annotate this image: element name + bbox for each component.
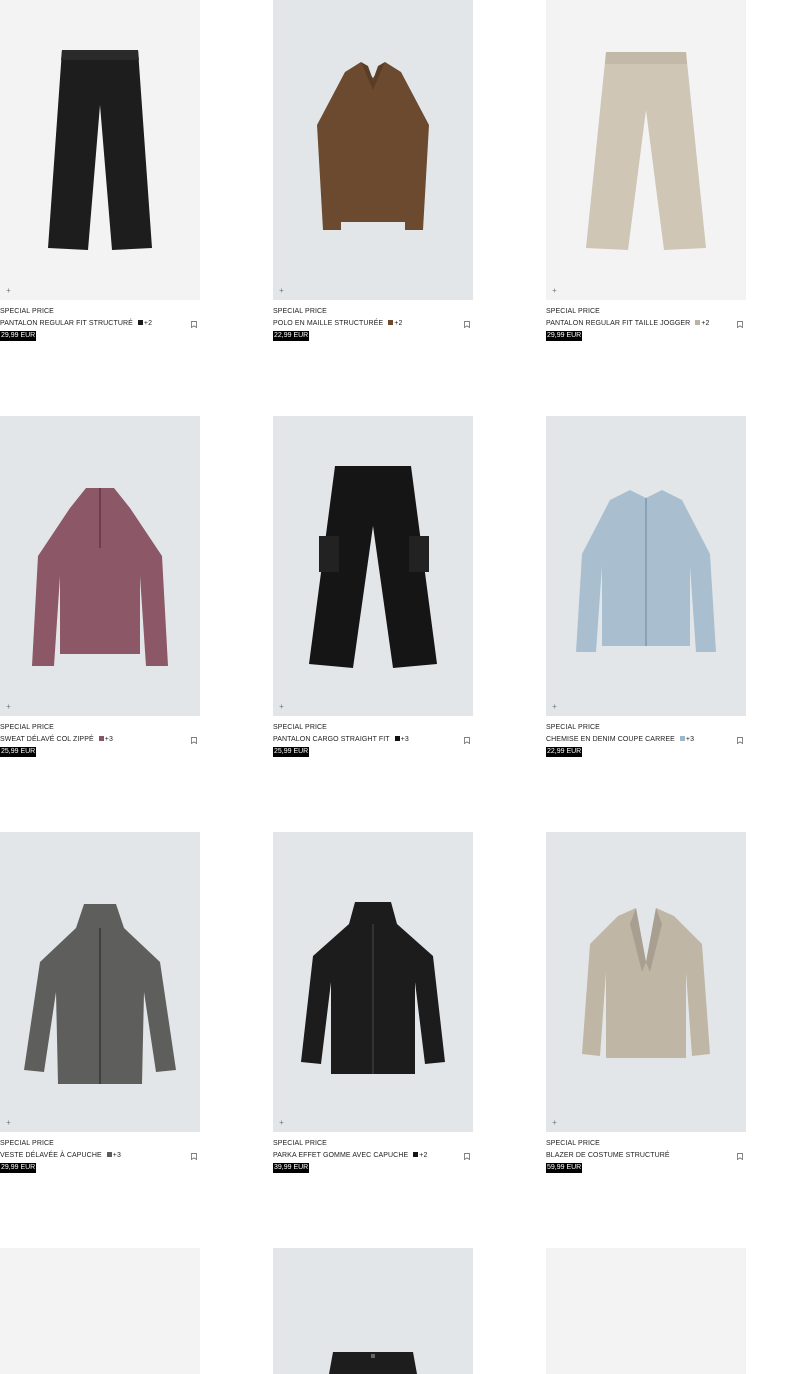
add-icon[interactable]: + — [4, 702, 13, 711]
color-swatch[interactable] — [388, 320, 394, 325]
product-price: 22,99 EUR — [273, 331, 310, 341]
special-price-label: SPECIAL PRICE — [546, 308, 600, 315]
color-swatch[interactable] — [695, 320, 701, 325]
more-colors[interactable]: +3 — [686, 736, 694, 743]
black-parka-icon — [301, 902, 445, 1074]
special-price-label: SPECIAL PRICE — [0, 724, 54, 731]
more-colors[interactable]: +3 — [113, 1152, 121, 1159]
product-price: 25,99 EUR — [0, 747, 37, 757]
bookmark-icon[interactable] — [737, 737, 743, 744]
product-name[interactable]: CHEMISE EN DENIM COUPE CARREE +3 — [546, 736, 694, 743]
color-swatch[interactable] — [394, 736, 400, 741]
mauve-zip-sweatshirt-icon — [32, 488, 168, 666]
special-price-label: SPECIAL PRICE — [546, 1140, 600, 1147]
more-colors[interactable]: +2 — [144, 320, 152, 327]
product-name[interactable]: PANTALON REGULAR FIT TAILLE JOGGER +2 — [546, 320, 710, 327]
product-card[interactable]: + SPECIAL PRICE SWEAT DÉLAVÉ COL ZIPPÉ +3… — [0, 416, 200, 757]
product-card[interactable]: + SPECIAL PRICE PARKA EFFET GOMME AVEC C… — [273, 832, 473, 1173]
more-colors[interactable]: +2 — [701, 320, 709, 327]
beige-blazer-icon — [582, 908, 710, 1058]
product-card[interactable] — [273, 1248, 473, 1374]
product-card[interactable]: + SPECIAL PRICE BLAZER DE COSTUME STRUCT… — [546, 832, 746, 1173]
product-card[interactable]: + SPECIAL PRICE PANTALON CARGO STRAIGHT … — [273, 416, 473, 757]
product-card[interactable]: + SPECIAL PRICE PANTALON REGULAR FIT STR… — [0, 0, 200, 341]
bookmark-icon[interactable] — [737, 321, 743, 328]
product-image[interactable]: + — [0, 416, 200, 716]
light-denim-shirt-icon — [576, 490, 716, 652]
product-price: 25,99 EUR — [273, 747, 310, 757]
product-card[interactable] — [546, 1248, 746, 1374]
grey-hooded-jacket-icon — [24, 904, 176, 1084]
product-card[interactable]: + SPECIAL PRICE CHEMISE EN DENIM COUPE C… — [546, 416, 746, 757]
add-icon[interactable]: + — [550, 702, 559, 711]
bookmark-icon[interactable] — [464, 321, 470, 328]
product-name[interactable]: POLO EN MAILLE STRUCTURÉE +2 — [273, 320, 402, 327]
bookmark-icon[interactable] — [464, 737, 470, 744]
product-image[interactable] — [273, 1248, 473, 1374]
special-price-label: SPECIAL PRICE — [546, 724, 600, 731]
color-swatch[interactable] — [137, 320, 143, 325]
product-image[interactable]: + — [546, 0, 746, 300]
product-card[interactable]: + SPECIAL PRICE POLO EN MAILLE STRUCTURÉ… — [273, 0, 473, 341]
product-price: 39,99 EUR — [273, 1163, 310, 1173]
color-swatch[interactable] — [413, 1152, 419, 1157]
more-colors[interactable]: +2 — [419, 1152, 427, 1159]
product-name[interactable]: PANTALON REGULAR FIT STRUCTURÉ +2 — [0, 320, 152, 327]
black-trousers-icon — [48, 50, 152, 250]
bookmark-icon[interactable] — [191, 737, 197, 744]
product-name[interactable]: BLAZER DE COSTUME STRUCTURÉ — [546, 1152, 670, 1159]
special-price-label: SPECIAL PRICE — [273, 308, 327, 315]
bookmark-icon[interactable] — [464, 1153, 470, 1160]
beige-trousers-icon — [586, 52, 706, 250]
product-image[interactable]: + — [273, 0, 473, 300]
product-image[interactable]: + — [0, 0, 200, 300]
black-cargo-trousers-icon — [309, 466, 437, 668]
product-image[interactable] — [546, 1248, 746, 1374]
product-price: 29,99 EUR — [546, 331, 583, 341]
add-icon[interactable]: + — [550, 286, 559, 295]
special-price-label: SPECIAL PRICE — [273, 724, 327, 731]
product-image[interactable]: + — [546, 416, 746, 716]
special-price-label: SPECIAL PRICE — [0, 1140, 54, 1147]
add-icon[interactable]: + — [4, 1118, 13, 1127]
product-card[interactable] — [0, 1248, 200, 1374]
color-swatch[interactable] — [106, 1152, 112, 1157]
more-colors[interactable]: +3 — [105, 736, 113, 743]
color-swatch[interactable] — [98, 736, 104, 741]
add-icon[interactable]: + — [4, 286, 13, 295]
special-price-label: SPECIAL PRICE — [273, 1140, 327, 1147]
add-icon[interactable]: + — [277, 286, 286, 295]
special-price-label: SPECIAL PRICE — [0, 308, 54, 315]
bookmark-icon[interactable] — [737, 1153, 743, 1160]
brown-knit-polo-icon — [317, 62, 429, 230]
add-icon[interactable]: + — [277, 702, 286, 711]
add-icon[interactable]: + — [277, 1118, 286, 1127]
product-image[interactable]: + — [0, 832, 200, 1132]
product-price: 29,99 EUR — [0, 331, 37, 341]
product-name[interactable]: PANTALON CARGO STRAIGHT FIT +3 — [273, 736, 409, 743]
product-image[interactable]: + — [546, 832, 746, 1132]
product-name[interactable]: SWEAT DÉLAVÉ COL ZIPPÉ +3 — [0, 736, 113, 743]
product-price: 59,99 EUR — [546, 1163, 583, 1173]
product-price: 29,99 EUR — [0, 1163, 37, 1173]
add-icon[interactable]: + — [550, 1118, 559, 1127]
product-card[interactable]: + SPECIAL PRICE VESTE DÉLAVÉE À CAPUCHE +… — [0, 832, 200, 1173]
product-card[interactable]: + SPECIAL PRICE PANTALON REGULAR FIT TAI… — [546, 0, 746, 341]
more-colors[interactable]: +2 — [394, 320, 402, 327]
bookmark-icon[interactable] — [191, 321, 197, 328]
product-name[interactable]: PARKA EFFET GOMME AVEC CAPUCHE +2 — [273, 1152, 427, 1159]
color-swatch[interactable] — [679, 736, 685, 741]
black-shorts-icon — [329, 1352, 417, 1374]
product-name[interactable]: VESTE DÉLAVÉE À CAPUCHE +3 — [0, 1152, 121, 1159]
product-image[interactable]: + — [273, 832, 473, 1132]
product-image[interactable] — [0, 1248, 200, 1374]
bookmark-icon[interactable] — [191, 1153, 197, 1160]
more-colors[interactable]: +3 — [401, 736, 409, 743]
product-image[interactable]: + — [273, 416, 473, 716]
product-price: 22,99 EUR — [546, 747, 583, 757]
